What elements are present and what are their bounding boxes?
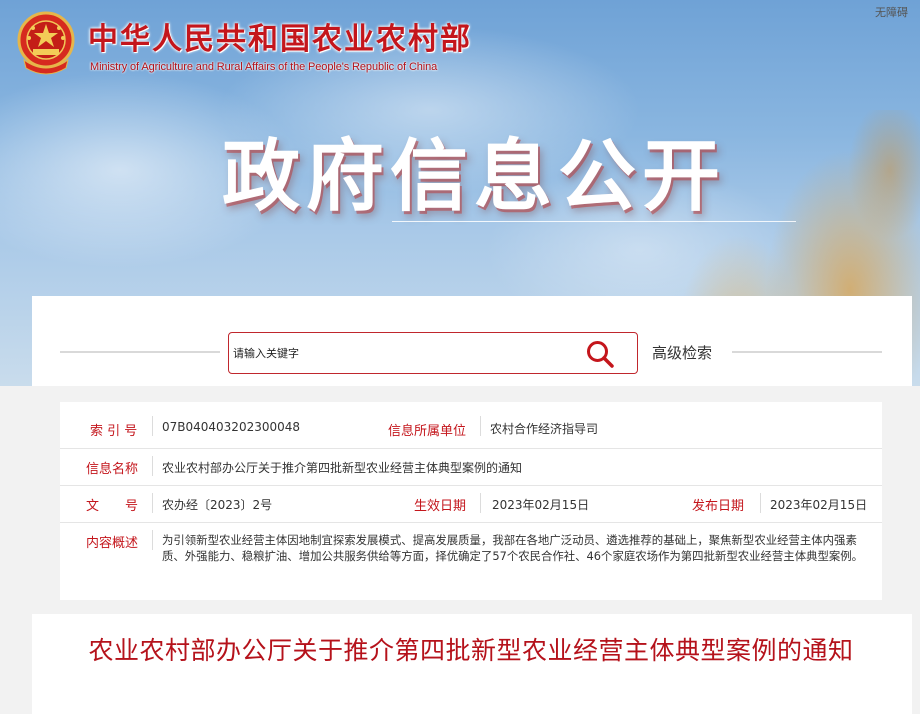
index-label: 索 引 号 [90, 424, 138, 439]
ministry-name-cn[interactable]: 中华人民共和国农业农村部 [88, 14, 472, 58]
info-row-name: 信息名称 农业农村部办公厅关于推介第四批新型农业经营主体典型案例的通知 [60, 448, 882, 486]
info-row-summary: 内容概述 为引领新型农业经营主体因地制宜探索发展模式、提高发展质量，我部在各地广… [60, 522, 882, 600]
divider [152, 493, 153, 513]
unit-label: 信息所属单位 [388, 424, 467, 439]
name-value: 农业农村部办公厅关于推介第四批新型农业经营主体典型案例的通知 [162, 461, 523, 475]
info-row-index: 索 引 号 07B040403202300048 信息所属单位 农村合作经济指导… [60, 402, 882, 449]
divider [152, 530, 153, 550]
index-value: 07B040403202300048 [162, 420, 301, 434]
search-input[interactable] [231, 333, 573, 373]
search-divider-left [60, 351, 220, 353]
search-divider-right [732, 351, 882, 353]
doc-number-label: 文 号 [86, 499, 139, 514]
effective-date-label: 生效日期 [414, 499, 467, 514]
ministry-name-en[interactable]: Ministry of Agriculture and Rural Affair… [90, 61, 437, 73]
unit-value: 农村合作经济指导司 [490, 422, 599, 436]
search-box [228, 332, 638, 374]
name-label: 信息名称 [86, 462, 139, 477]
divider [760, 493, 761, 513]
effective-date-value: 2023年02月15日 [492, 498, 590, 512]
article-title: 农业农村部办公厅关于推介第四批新型农业经营主体典型案例的通知 [88, 636, 854, 665]
divider [480, 416, 481, 436]
search-icon[interactable] [585, 339, 615, 369]
doc-number-value: 农办经〔2023〕2号 [162, 498, 273, 512]
info-row-document: 文 号 农办经〔2023〕2号 生效日期 2023年02月15日 发布日期 20… [60, 485, 882, 523]
divider [152, 416, 153, 436]
accessibility-link[interactable]: 无障碍 [875, 4, 908, 20]
banner-title: 政府信息公开 [222, 132, 727, 222]
divider [152, 456, 153, 476]
summary-value: 为引领新型农业经营主体因地制宜探索发展模式、提高发展质量，我部在各地广泛动员、遴… [162, 533, 864, 563]
summary-label: 内容概述 [86, 536, 139, 551]
divider [480, 493, 481, 513]
banner-divider [392, 221, 796, 222]
publish-date-value: 2023年02月15日 [770, 498, 868, 512]
national-emblem-icon [17, 11, 75, 75]
info-table: 索 引 号 07B040403202300048 信息所属单位 农村合作经济指导… [60, 402, 882, 600]
article-panel: 农业农村部办公厅关于推介第四批新型农业经营主体典型案例的通知 [60, 620, 882, 714]
publish-date-label: 发布日期 [692, 499, 745, 514]
advanced-search-link[interactable]: 高级检索 [652, 342, 712, 363]
